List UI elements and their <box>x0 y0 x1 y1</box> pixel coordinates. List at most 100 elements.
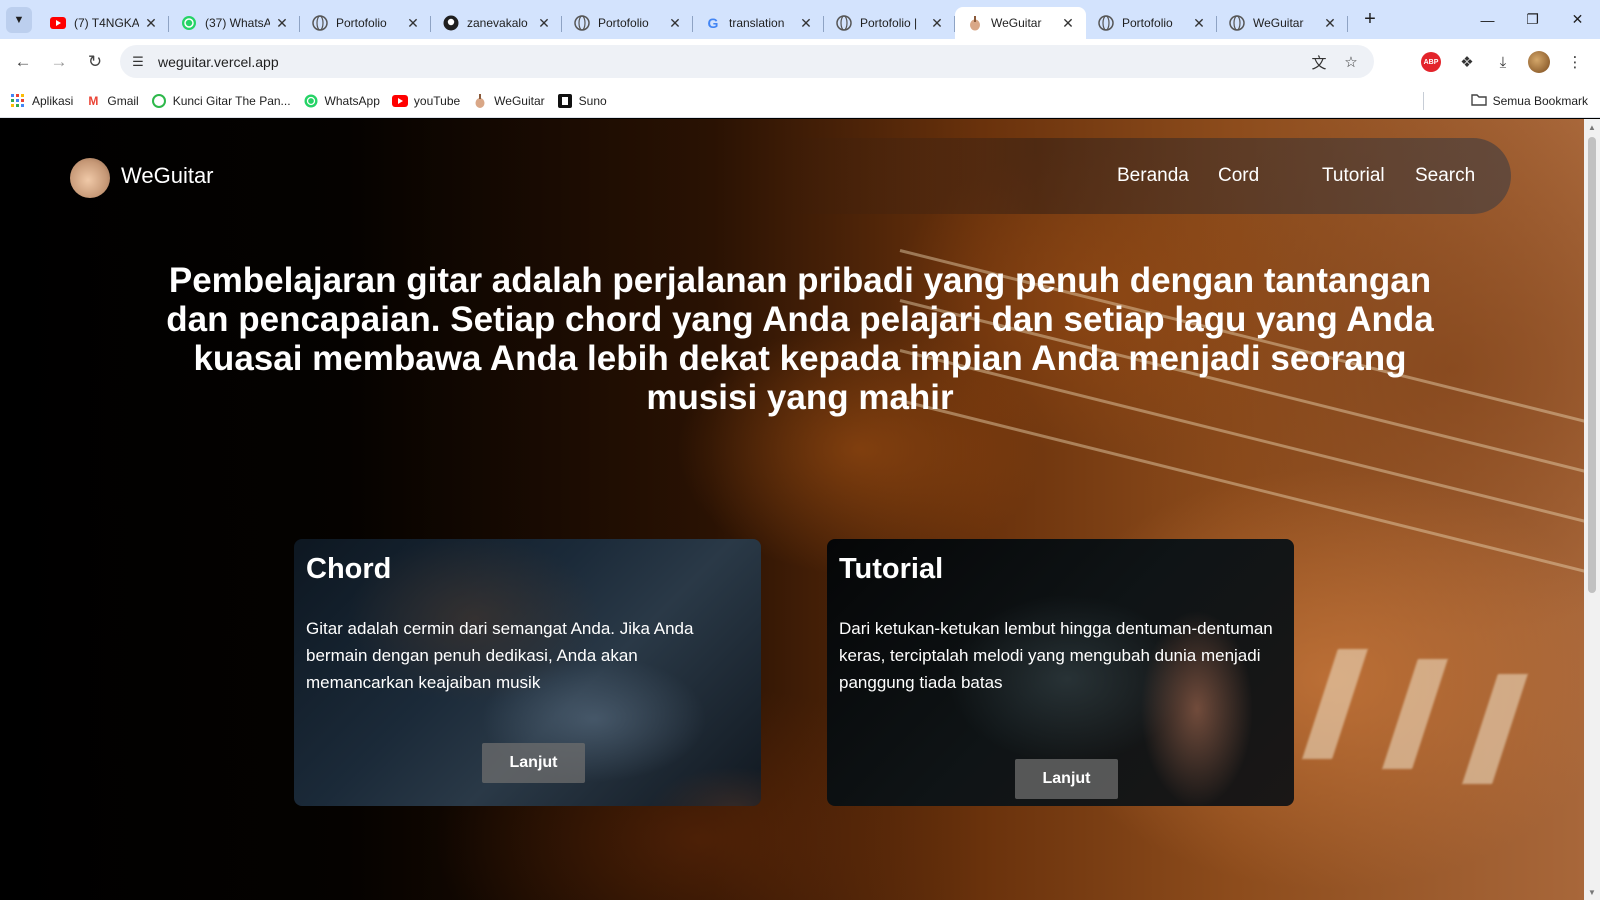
chord-card: Chord Gitar adalah cermin dari semangat … <box>294 539 761 806</box>
kebab-menu-icon: ⋮ <box>1567 54 1583 71</box>
card-title: Chord <box>306 553 392 585</box>
hero-text: Pembelajaran gitar adalah perjalanan pri… <box>166 261 1434 417</box>
reload-button[interactable]: ↻ <box>78 45 112 79</box>
bookmark-label: Kunci Gitar The Pan... <box>172 93 291 108</box>
site-logo[interactable] <box>70 158 110 198</box>
close-tab-icon[interactable]: ✕ <box>929 15 945 32</box>
download-icon: ⤓ <box>1499 53 1507 71</box>
chord-site-icon <box>151 93 167 109</box>
youtube-icon <box>50 15 66 31</box>
scroll-down-icon[interactable]: ▼ <box>1584 884 1600 900</box>
page-scrollbar[interactable]: ▲ ▼ <box>1584 119 1600 900</box>
tab-list: (7) T4NGKA ✕ (37) WhatsA ✕ Portofolio ✕ … <box>38 0 1384 39</box>
tab-whatsapp[interactable]: (37) WhatsA ✕ <box>169 7 300 39</box>
tab-portofolio[interactable]: Portofolio ✕ <box>1086 7 1217 39</box>
tab-title: Portofolio | <box>860 16 918 30</box>
nav-link-beranda[interactable]: Beranda <box>1117 165 1189 187</box>
new-tab-button[interactable]: + <box>1356 6 1384 34</box>
tab-title: Portofolio <box>336 16 387 30</box>
folder-icon <box>1470 93 1487 109</box>
nav-link-cord[interactable]: Cord <box>1218 165 1259 187</box>
nav-link-search[interactable]: Search <box>1415 165 1475 187</box>
tab-translation[interactable]: G translation ✕ <box>693 7 824 39</box>
menu-button[interactable]: ⋮ <box>1558 45 1592 79</box>
bookmark-whatsapp[interactable]: WhatsApp <box>303 88 380 114</box>
whatsapp-icon <box>303 93 319 109</box>
bookmark-suno[interactable]: Suno <box>557 88 607 114</box>
tab-search-button[interactable]: ▼ <box>6 6 32 33</box>
tab-youtube[interactable]: (7) T4NGKA ✕ <box>38 7 169 39</box>
bookmark-aplikasi[interactable]: Aplikasi <box>10 88 73 114</box>
scrollbar-thumb[interactable] <box>1588 137 1596 593</box>
omnibox-actions: 文 ☆ <box>1300 49 1364 75</box>
card-text: Dari ketukan-ketukan lembut hingga dentu… <box>839 619 1273 692</box>
back-button[interactable]: ← <box>6 45 40 79</box>
arrow-left-icon: ← <box>14 51 32 71</box>
github-icon <box>443 15 459 31</box>
globe-icon <box>836 15 852 31</box>
card-title: Tutorial <box>839 553 944 585</box>
close-tab-icon[interactable]: ✕ <box>667 15 683 32</box>
restore-button[interactable]: ❐ <box>1510 0 1555 39</box>
translate-button[interactable]: 文 <box>1306 49 1332 75</box>
chord-lanjut-button[interactable]: Lanjut <box>482 743 585 783</box>
restore-icon: ❐ <box>1526 11 1539 27</box>
bookmark-weguitar[interactable]: WeGuitar <box>472 88 545 114</box>
adblock-button[interactable]: ABP <box>1414 45 1448 79</box>
chevron-down-icon: ▼ <box>13 13 25 26</box>
tab-portofolio[interactable]: Portofolio ✕ <box>300 7 431 39</box>
tab-github[interactable]: zanevakalo ✕ <box>431 7 562 39</box>
close-tab-icon[interactable]: ✕ <box>798 15 814 32</box>
extensions-button[interactable]: ❖ <box>1450 45 1484 79</box>
bookmarks-bar: Aplikasi M Gmail Kunci Gitar The Pan... … <box>0 84 1600 118</box>
tab-title: WeGuitar <box>1253 16 1304 30</box>
all-bookmarks-button[interactable]: Semua Bookmark <box>1470 88 1588 114</box>
reload-icon: ↻ <box>87 51 103 71</box>
bookmark-kunci-gitar[interactable]: Kunci Gitar The Pan... <box>151 88 291 114</box>
nav-link-tutorial[interactable]: Tutorial <box>1322 165 1385 187</box>
translate-icon: 文 <box>1311 54 1327 72</box>
close-tab-icon[interactable]: ✕ <box>143 15 159 32</box>
tab-weguitar[interactable]: WeGuitar ✕ <box>1217 7 1348 39</box>
address-bar[interactable]: ☰ weguitar.vercel.app 文 ☆ <box>120 45 1374 78</box>
profile-button[interactable] <box>1522 45 1556 79</box>
url-text[interactable]: weguitar.vercel.app <box>158 54 279 70</box>
bookmark-label: Suno <box>578 93 607 108</box>
site-name[interactable]: WeGuitar <box>121 163 214 189</box>
minimize-button[interactable]: — <box>1465 0 1510 39</box>
apps-grid-icon <box>10 93 26 109</box>
tab-title: translation <box>729 16 785 30</box>
bookmark-label: youTube <box>413 93 461 108</box>
bookmark-youtube[interactable]: youTube <box>391 88 461 114</box>
bookmark-label: WhatsApp <box>324 93 380 108</box>
close-tab-icon[interactable]: ✕ <box>1322 15 1338 32</box>
tab-weguitar-active[interactable]: WeGuitar ✕ <box>955 7 1086 39</box>
tab-title: zanevakalo <box>467 16 528 30</box>
close-tab-icon[interactable]: ✕ <box>405 15 421 32</box>
close-window-button[interactable]: ✕ <box>1555 0 1600 39</box>
close-tab-icon[interactable]: ✕ <box>1191 15 1207 32</box>
close-icon: ✕ <box>1571 11 1584 27</box>
downloads-button[interactable]: ⤓ <box>1486 45 1520 79</box>
page-viewport: WeGuitar Beranda Cord Tutorial Search Pe… <box>0 119 1584 900</box>
bookmark-star-button[interactable]: ☆ <box>1338 49 1364 75</box>
globe-icon <box>574 15 590 31</box>
window-controls: — ❐ ✕ <box>1465 0 1600 39</box>
close-tab-icon[interactable]: ✕ <box>536 15 552 32</box>
tutorial-lanjut-button[interactable]: Lanjut <box>1015 759 1118 799</box>
minimize-icon: — <box>1480 11 1495 28</box>
globe-icon <box>312 15 328 31</box>
bookmark-label: Aplikasi <box>32 93 74 108</box>
tab-portofolio[interactable]: Portofolio ✕ <box>562 7 693 39</box>
site-info-button[interactable]: ☰ <box>126 50 150 74</box>
avatar <box>1528 51 1550 73</box>
bookmark-gmail[interactable]: M Gmail <box>85 88 138 114</box>
globe-icon <box>1229 15 1245 31</box>
tab-title: WeGuitar <box>991 16 1042 30</box>
forward-button[interactable]: → <box>42 45 76 79</box>
tab-portofolio[interactable]: Portofolio | ✕ <box>824 7 955 39</box>
bookmark-separator <box>1423 92 1424 110</box>
close-tab-icon[interactable]: ✕ <box>1060 15 1076 32</box>
scroll-up-icon[interactable]: ▲ <box>1584 119 1600 135</box>
close-tab-icon[interactable]: ✕ <box>274 15 290 32</box>
